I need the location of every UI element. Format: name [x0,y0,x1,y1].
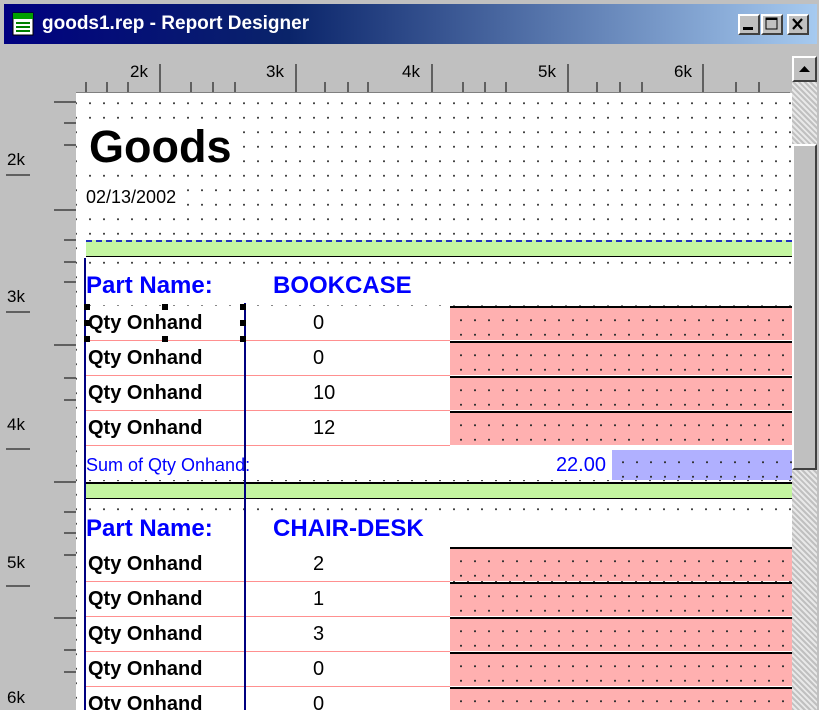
qty-onhand-label[interactable]: Qty Onhand [86,547,246,581]
summary-fill [612,450,792,480]
detail-row[interactable]: Qty Onhand 0 [86,687,792,710]
qty-onhand-field[interactable]: 0 [248,687,448,710]
detail-fill [450,547,792,581]
group-footer-band[interactable] [86,482,792,499]
part-name-value[interactable]: CHAIR-DESK [273,515,424,543]
ruler-label: 3k [7,287,25,306]
group-summary-row[interactable]: Sum of Qty Onhand: 22.00 [86,450,792,480]
qty-onhand-field[interactable]: 0 [248,341,448,375]
selection-handle[interactable] [84,304,90,310]
detail-fill [450,376,792,410]
close-button[interactable] [787,14,809,35]
selection-handle[interactable] [162,336,168,342]
group-header-row[interactable]: Part Name: CHAIR-DESK [86,512,792,544]
report-designer-window: goods1.rep - Report Designer 2k 3k 4k 5k… [0,0,819,710]
selection-handle[interactable] [162,304,168,310]
group-header-row[interactable]: Part Name: BOOKCASE [86,269,792,301]
qty-onhand-field[interactable]: 0 [248,652,448,686]
scroll-up-button[interactable] [792,56,817,82]
detail-row[interactable]: Qty Onhand 0 [86,341,792,376]
report-date[interactable]: 02/13/2002 [86,186,177,208]
qty-onhand-value: 3 [313,623,325,645]
ruler-label: 4k [7,415,25,434]
window-title: goods1.rep - Report Designer [42,13,310,34]
selection-handle[interactable] [240,320,246,326]
ruler-label: 5k [7,553,25,572]
close-icon [792,18,803,30]
report-title[interactable]: Goods [89,121,236,173]
ruler-label: 4k [402,62,420,81]
ruler-label: 2k [130,62,148,81]
report-canvas[interactable]: Goods 02/13/2002 Part Name: BOOKCASE Qty… [76,93,792,710]
group-header-band[interactable] [86,240,792,257]
detail-fill [450,617,792,651]
qty-onhand-field[interactable]: 3 [248,617,448,651]
selection-handle[interactable] [84,320,90,326]
qty-onhand-value: 0 [313,693,325,710]
selection-handle[interactable] [240,304,246,310]
qty-onhand-label[interactable]: Qty Onhand [86,341,246,375]
selection-handle[interactable] [240,336,246,342]
qty-onhand-label[interactable]: Qty Onhand [86,652,246,686]
scroll-thumb[interactable] [792,144,817,470]
detail-fill [450,687,792,710]
vertical-ruler: 2k 3k 4k 5k 6k [6,92,30,710]
maximize-icon [765,17,778,30]
qty-onhand-value: 0 [313,658,325,680]
ruler-label: 2k [7,150,25,169]
qty-onhand-field[interactable]: 1 [248,582,448,616]
row-divider [86,445,450,446]
column-guide-line [244,303,246,710]
title-bar[interactable]: goods1.rep - Report Designer [4,4,817,44]
qty-onhand-label[interactable]: Qty Onhand [86,582,246,616]
qty-onhand-field[interactable]: 10 [248,376,448,410]
qty-onhand-label[interactable]: Qty Onhand [86,411,246,445]
qty-onhand-value: 12 [313,417,336,439]
detail-row[interactable]: Qty Onhand 12 [86,411,792,446]
ruler-label: 6k [674,62,692,81]
qty-onhand-label[interactable]: Qty Onhand [86,617,246,651]
sum-value[interactable]: 22.00 [348,450,610,480]
part-name-label[interactable]: Part Name: [86,515,213,543]
vertical-scrollbar[interactable] [792,56,817,710]
part-name-label[interactable]: Part Name: [86,272,213,300]
qty-onhand-label[interactable]: Qty Onhand [86,306,246,340]
sum-label[interactable]: Sum of Qty Onhand: [86,450,344,480]
report-document-icon [12,12,34,36]
minimize-icon [743,27,753,30]
qty-onhand-value: 2 [313,553,325,575]
qty-onhand-label[interactable]: Qty Onhand [86,376,246,410]
detail-fill [450,341,792,375]
detail-row[interactable]: Qty Onhand 2 [86,547,792,582]
vertical-ruler-minor-ticks [30,92,76,710]
detail-row[interactable]: Qty Onhand 1 [86,582,792,617]
ruler-corner [6,56,30,92]
qty-onhand-value: 0 [313,347,325,369]
minimize-button[interactable] [738,14,760,35]
detail-fill [450,411,792,445]
detail-fill [450,582,792,616]
ruler-label: 6k [7,688,25,707]
arrow-up-icon [799,66,810,72]
detail-fill [450,652,792,686]
qty-onhand-value: 0 [313,312,325,334]
qty-onhand-field[interactable]: 2 [248,547,448,581]
qty-onhand-value: 10 [313,382,336,404]
qty-onhand-value: 1 [313,588,325,610]
detail-fill [450,306,792,340]
maximize-button[interactable] [761,14,783,35]
detail-row[interactable]: Qty Onhand 0 [86,306,792,341]
detail-row[interactable]: Qty Onhand 0 [86,652,792,687]
selection-handle[interactable] [84,336,90,342]
qty-onhand-field[interactable]: 0 [248,306,448,340]
detail-row[interactable]: Qty Onhand 3 [86,617,792,652]
ruler-label: 3k [266,62,284,81]
horizontal-ruler: 2k 3k 4k 5k 6k [30,56,790,93]
qty-onhand-label[interactable]: Qty Onhand [86,687,246,710]
ruler-label: 5k [538,62,556,81]
qty-onhand-field[interactable]: 12 [248,411,448,445]
part-name-value[interactable]: BOOKCASE [273,272,412,300]
detail-row[interactable]: Qty Onhand 10 [86,376,792,411]
